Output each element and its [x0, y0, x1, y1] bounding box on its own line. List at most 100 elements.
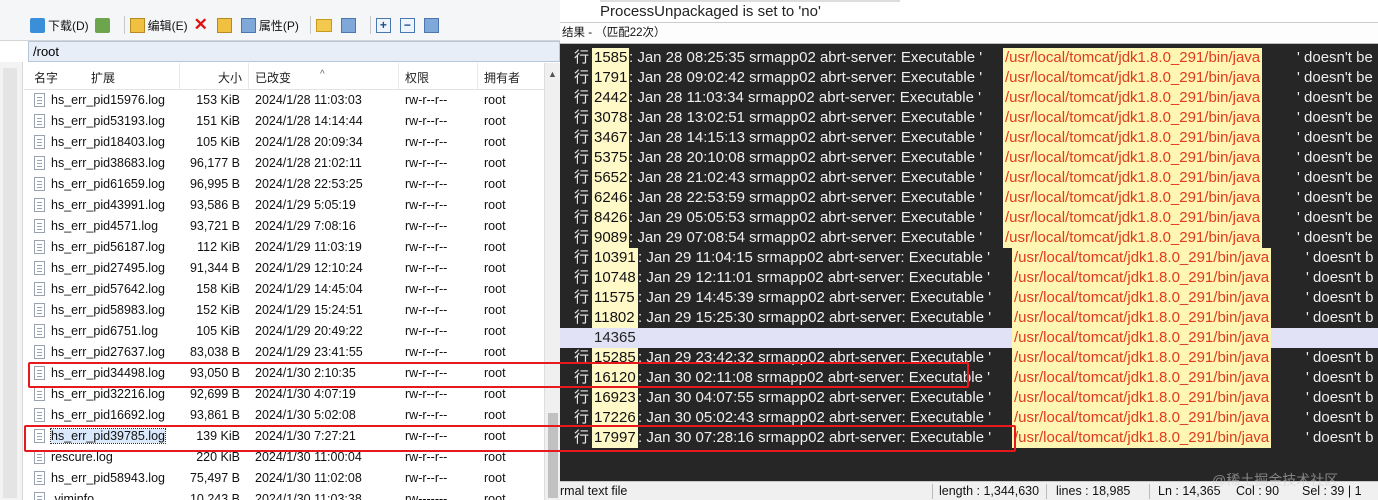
column-divider[interactable] [477, 63, 478, 89]
file-name: hs_err_pid32216.log [51, 387, 165, 401]
search-result-row[interactable]: 行 5375: Jan 28 20:10:08 srmapp02 abrt-ser… [560, 148, 1378, 168]
disk-icon [94, 17, 110, 33]
file-row[interactable]: hs_err_pid15976.log 153 KiB 2024/1/28 11:0… [24, 90, 544, 111]
file-row[interactable]: hs_err_pid57642.log 158 KiB 2024/1/29 14:4… [24, 279, 544, 300]
file-row[interactable]: .viminfo 10,243 B 2024/1/30 11:03:38 rw----… [24, 489, 544, 500]
file-row[interactable]: hs_err_pid43991.log 93,586 B 2024/1/29 5:0… [24, 195, 544, 216]
search-result-row[interactable]: 行 16923: Jan 30 04:07:55 srmapp02 abrt-se… [560, 388, 1378, 408]
log-tail: ' doesn't b [1306, 249, 1374, 266]
file-row[interactable]: hs_err_pid6751.log 105 KiB 2024/1/29 20:49… [24, 321, 544, 342]
line-number: 10391 [592, 248, 638, 268]
search-result-row[interactable]: 行 1791: Jan 28 09:02:42 srmapp02 abrt-ser… [560, 68, 1378, 88]
log-text: : Jan 28 20:10:08 srmapp02 abrt-server: … [629, 149, 983, 166]
collapse-button[interactable]: − [399, 17, 418, 33]
col-name[interactable]: 名字 [34, 69, 58, 86]
file-name: hs_err_pid61659.log [51, 177, 165, 191]
col-owner[interactable]: 拥有者 [484, 69, 520, 86]
status-filetype: rmal text file [560, 484, 628, 498]
file-name: .viminfo [51, 492, 95, 500]
col-ext[interactable]: 扩展 [91, 69, 115, 86]
file-owner: root [484, 408, 506, 422]
toolbar-separator [309, 16, 311, 34]
status-divider [1046, 484, 1047, 499]
file-row[interactable]: hs_err_pid58943.log 75,497 B 2024/1/30 11:… [24, 468, 544, 489]
properties-icon [240, 17, 256, 33]
file-modified: 2024/1/30 5:02:08 [255, 408, 356, 422]
file-row[interactable]: hs_err_pid18403.log 105 KiB 2024/1/28 20:0… [24, 132, 544, 153]
scroll-up-icon[interactable]: ▲ [548, 69, 557, 79]
file-row[interactable]: hs_err_pid27495.log 91,344 B 2024/1/29 12:… [24, 258, 544, 279]
search-result-row[interactable]: 行 10748: Jan 29 12:11:01 srmapp02 abrt-se… [560, 268, 1378, 288]
log-tail: ' doesn't be [1297, 109, 1373, 126]
file-row[interactable]: hs_err_pid58983.log 152 KiB 2024/1/29 15:2… [24, 300, 544, 321]
file-row[interactable]: hs_err_pid16692.log 93,861 B 2024/1/30 5:0… [24, 405, 544, 426]
file-permissions: rw-r--r-- [405, 261, 448, 275]
col-size[interactable]: 大小 [218, 69, 242, 86]
file-name: hs_err_pid38683.log [51, 156, 165, 170]
file-row[interactable]: hs_err_pid38683.log 96,177 B 2024/1/28 21:… [24, 153, 544, 174]
search-result-row[interactable]: 行 3467: Jan 28 14:15:13 srmapp02 abrt-ser… [560, 128, 1378, 148]
col-perms[interactable]: 权限 [405, 69, 429, 86]
file-size: 93,861 B [189, 408, 240, 422]
col-modified[interactable]: 已改变 [255, 69, 291, 86]
log-tail: ' doesn't b [1306, 389, 1374, 406]
path-bar[interactable]: /root [28, 41, 560, 62]
file-icon [34, 303, 45, 317]
file-modified: 2024/1/30 11:02:08 [255, 471, 362, 485]
tree-scrollbar[interactable] [3, 68, 17, 498]
file-owner: root [484, 324, 506, 338]
match-path: /usr/local/tomcat/jdk1.8.0_291/bin/java [1012, 328, 1272, 348]
search-result-row[interactable]: 行 3078: Jan 28 13:02:51 srmapp02 abrt-ser… [560, 108, 1378, 128]
search-result-row[interactable]: 行 9089: Jan 29 07:08:54 srmapp02 abrt-ser… [560, 228, 1378, 248]
file-owner: root [484, 198, 506, 212]
file-row[interactable]: hs_err_pid27637.log 83,038 B 2024/1/29 23:… [24, 342, 544, 363]
file-row[interactable]: hs_err_pid4571.log 93,721 B 2024/1/29 7:08… [24, 216, 544, 237]
file-permissions: rw------- [405, 492, 448, 500]
new-folder-button[interactable] [315, 18, 335, 32]
file-size: 158 KiB [196, 282, 240, 296]
column-divider[interactable] [179, 63, 180, 89]
new-file-button[interactable] [340, 17, 359, 33]
properties-button[interactable]: 属性(P) [240, 17, 299, 34]
log-text: : Jan 29 11:04:15 srmapp02 abrt-server: … [638, 249, 990, 266]
file-permissions: rw-r--r-- [405, 324, 448, 338]
search-result-row[interactable]: 行 6246: Jan 28 22:53:59 srmapp02 abrt-ser… [560, 188, 1378, 208]
filter-icon [423, 17, 439, 33]
search-result-row[interactable]: 行 10391: Jan 29 11:04:15 srmapp02 abrt-se… [560, 248, 1378, 268]
expand-button[interactable]: + [375, 17, 394, 33]
search-result-row[interactable]: 行 1585: Jan 28 08:25:35 srmapp02 abrt-ser… [560, 48, 1378, 68]
column-divider[interactable] [398, 63, 399, 89]
file-permissions: rw-r--r-- [405, 219, 448, 233]
filter-button[interactable] [423, 17, 442, 33]
delete-button[interactable]: ✕ [194, 15, 211, 35]
rename-button[interactable] [216, 17, 235, 33]
file-row[interactable]: hs_err_pid53193.log 151 KiB 2024/1/28 14:1… [24, 111, 544, 132]
search-result-row[interactable]: 行 11802: Jan 29 15:25:30 srmapp02 abrt-se… [560, 308, 1378, 328]
file-icon [34, 114, 45, 128]
edit-button[interactable]: 编辑(E) [129, 17, 188, 34]
log-text: : Jan 28 09:02:42 srmapp02 abrt-server: … [629, 69, 983, 86]
search-result-row[interactable]: 行 11575: Jan 29 14:45:39 srmapp02 abrt-se… [560, 288, 1378, 308]
line-number: 1791 [592, 68, 629, 88]
toolbar-separator [123, 16, 125, 34]
editor-top-line: ProcessUnpackaged is set to 'no' [560, 0, 1378, 23]
file-row[interactable]: hs_err_pid61659.log 96,995 B 2024/1/28 22:… [24, 174, 544, 195]
log-text: : Jan 29 12:11:01 srmapp02 abrt-server: … [638, 269, 990, 286]
search-result-row[interactable]: 行 2442: Jan 28 11:03:34 srmapp02 abrt-ser… [560, 88, 1378, 108]
match-path: /usr/local/tomcat/jdk1.8.0_291/bin/java [1003, 148, 1263, 168]
search-result-row[interactable]: 14365/usr/local/tomcat/jdk1.8.0_291/bin/… [560, 328, 1378, 348]
column-divider[interactable] [248, 63, 249, 89]
save-local-button[interactable] [94, 17, 113, 33]
download-button[interactable]: 下载(D) [30, 17, 89, 34]
search-result-row[interactable]: 行 8426: Jan 29 05:05:53 srmapp02 abrt-ser… [560, 208, 1378, 228]
row-prefix: 行 [574, 69, 590, 86]
log-tail: ' doesn't b [1306, 429, 1374, 446]
file-size: 105 KiB [196, 324, 240, 338]
search-result-row[interactable]: 行 5652: Jan 28 21:02:43 srmapp02 abrt-ser… [560, 168, 1378, 188]
file-row[interactable]: hs_err_pid56187.log 112 KiB 2024/1/29 11:0… [24, 237, 544, 258]
status-length: length : 1,344,630 [939, 484, 1040, 498]
file-modified: 2024/1/30 11:00:04 [255, 450, 362, 464]
file-name: hs_err_pid58983.log [51, 303, 165, 317]
match-path: /usr/local/tomcat/jdk1.8.0_291/bin/java [1003, 68, 1263, 88]
match-path: /usr/local/tomcat/jdk1.8.0_291/bin/java [1003, 128, 1263, 148]
